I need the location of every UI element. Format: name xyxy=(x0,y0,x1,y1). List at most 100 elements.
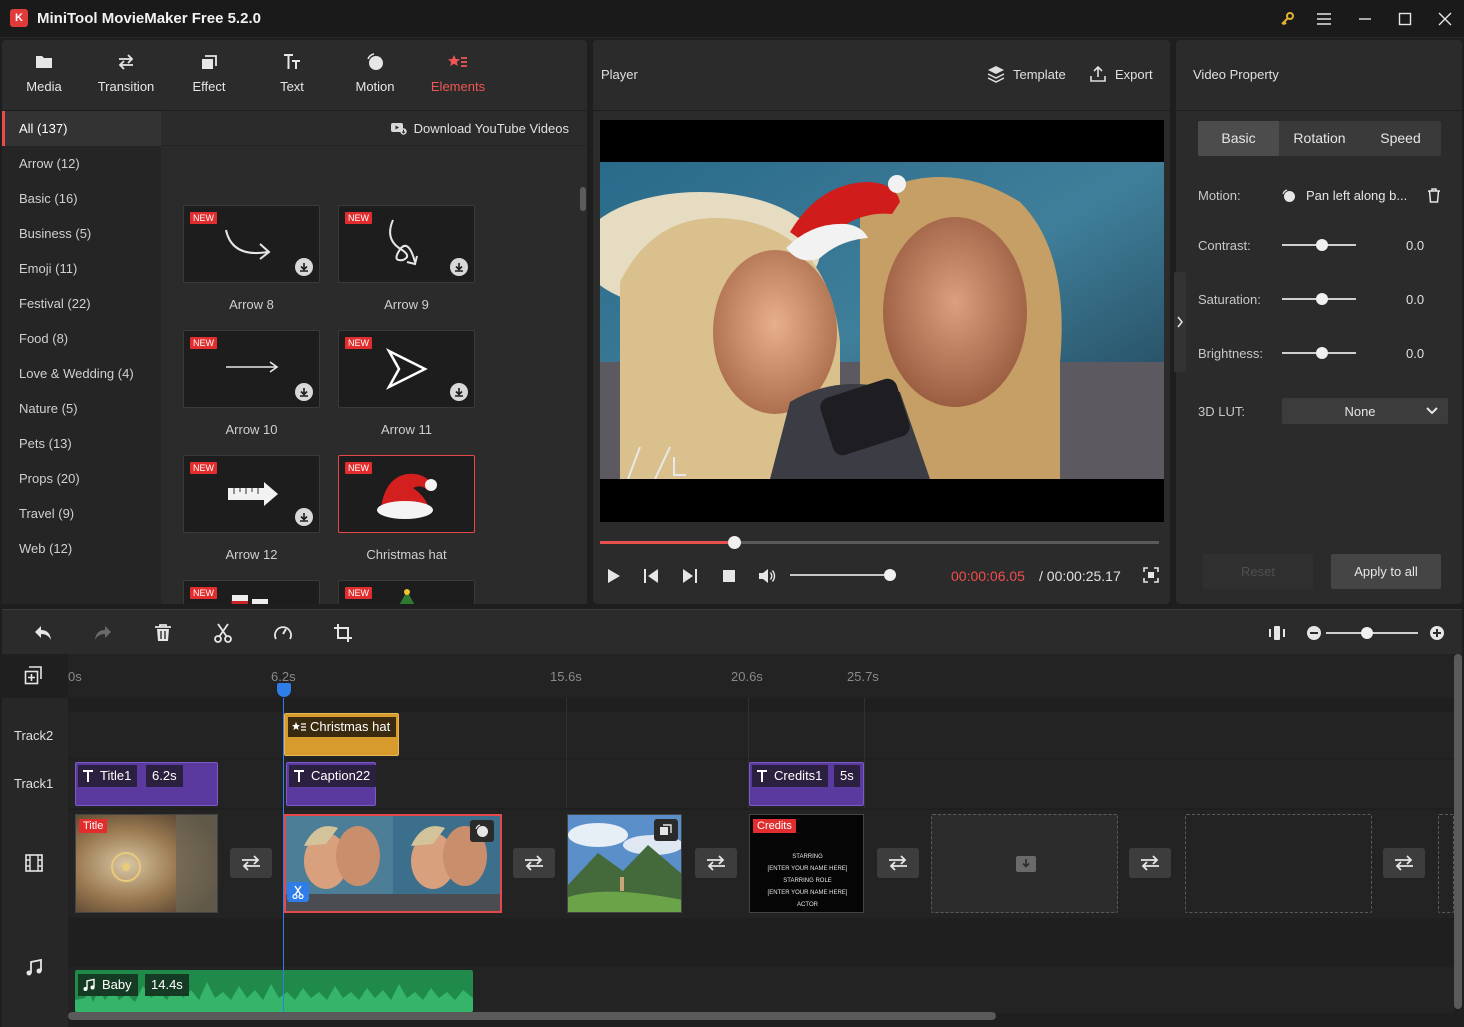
toolbar-media[interactable]: Media xyxy=(2,40,86,110)
category-food[interactable]: Food (8) xyxy=(2,321,161,356)
transition-slot-button[interactable] xyxy=(513,848,555,878)
zoom-out-icon[interactable] xyxy=(1303,622,1325,644)
tab-rotation[interactable]: Rotation xyxy=(1279,121,1360,156)
maximize-icon[interactable] xyxy=(1391,6,1419,32)
element-thumb-arrow-11[interactable]: NEW xyxy=(338,330,475,408)
key-icon[interactable] xyxy=(1273,6,1301,32)
timeline-horizontal-scrollbar[interactable] xyxy=(68,1012,996,1020)
category-props[interactable]: Props (20) xyxy=(2,461,161,496)
category-business[interactable]: Business (5) xyxy=(2,216,161,251)
template-button[interactable]: Template xyxy=(987,65,1066,83)
minimize-icon[interactable] xyxy=(1351,6,1379,32)
toolbar-motion[interactable]: Motion xyxy=(333,40,417,110)
apply-to-all-button[interactable]: Apply to all xyxy=(1331,554,1441,589)
download-icon[interactable] xyxy=(450,258,468,276)
volume-handle[interactable] xyxy=(884,569,896,581)
transition-slot-button[interactable] xyxy=(230,848,272,878)
element-thumb-arrow-9[interactable]: NEW xyxy=(338,205,475,283)
seek-handle[interactable] xyxy=(728,536,741,549)
element-clip[interactable]: Christmas hat xyxy=(284,713,399,756)
category-web[interactable]: Web (12) xyxy=(2,531,161,566)
time-ruler[interactable]: 0s 6.2s 15.6s 20.6s 25.7s xyxy=(68,654,1454,698)
category-emoji[interactable]: Emoji (11) xyxy=(2,251,161,286)
toolbar-effect[interactable]: Effect xyxy=(167,40,251,110)
crop-icon[interactable] xyxy=(332,622,354,644)
play-icon[interactable] xyxy=(603,566,623,586)
timeline-vertical-scrollbar[interactable] xyxy=(1454,654,1462,1009)
previous-frame-icon[interactable] xyxy=(641,566,661,586)
delete-icon[interactable] xyxy=(152,622,174,644)
category-love-wedding[interactable]: Love & Wedding (4) xyxy=(2,356,161,391)
motion-value[interactable]: Pan left along b... xyxy=(1306,188,1416,203)
element-thumb-arrow-10[interactable]: NEW xyxy=(183,330,320,408)
empty-clip-slot[interactable] xyxy=(931,814,1118,913)
download-icon[interactable] xyxy=(295,383,313,401)
download-youtube-link[interactable]: Download YouTube Videos xyxy=(414,121,569,136)
video-clip-credits[interactable]: Credits STARRING [ENTER YOUR NAME HERE] … xyxy=(749,814,864,913)
tab-basic[interactable]: Basic xyxy=(1198,121,1279,156)
download-icon[interactable] xyxy=(295,508,313,526)
element-thumb-christmas-stocking[interactable]: NEW xyxy=(183,580,320,604)
empty-clip-slot[interactable] xyxy=(1438,814,1454,913)
element-thumb-christmas-hat[interactable]: NEW xyxy=(338,455,475,533)
transition-slot-button[interactable] xyxy=(1383,848,1425,878)
volume-icon[interactable] xyxy=(757,566,777,586)
category-arrow[interactable]: Arrow (12) xyxy=(2,146,161,181)
panel-collapse-handle[interactable] xyxy=(1174,272,1186,372)
speed-gauge-icon[interactable] xyxy=(272,622,294,644)
element-thumb-arrow-12[interactable]: NEW xyxy=(183,455,320,533)
toolbar-elements[interactable]: Elements xyxy=(416,40,500,110)
video-clip-title[interactable]: Title xyxy=(75,814,218,913)
text-clip-caption22[interactable]: Caption22 xyxy=(286,762,377,806)
menu-icon[interactable] xyxy=(1310,6,1338,32)
zoom-in-icon[interactable] xyxy=(1426,622,1448,644)
category-all[interactable]: All (137) xyxy=(2,111,161,146)
track2-lane[interactable] xyxy=(68,712,1454,758)
video-clip-landscape[interactable] xyxy=(567,814,682,913)
category-travel[interactable]: Travel (9) xyxy=(2,496,161,531)
split-scissors-icon[interactable] xyxy=(212,622,234,644)
fullscreen-icon[interactable] xyxy=(1142,566,1162,586)
playhead[interactable] xyxy=(283,698,284,1016)
category-pets[interactable]: Pets (13) xyxy=(2,426,161,461)
text-clip-credits1[interactable]: Credits1 5s xyxy=(749,762,864,806)
trash-icon[interactable] xyxy=(1427,188,1441,203)
close-icon[interactable] xyxy=(1431,6,1459,32)
toolbar-text[interactable]: Text xyxy=(250,40,334,110)
reset-button[interactable]: Reset xyxy=(1203,554,1313,589)
download-icon[interactable] xyxy=(295,258,313,276)
add-track-icon[interactable] xyxy=(24,666,44,686)
stop-icon[interactable] xyxy=(719,566,739,586)
download-icon[interactable] xyxy=(450,383,468,401)
redo-icon[interactable] xyxy=(92,622,114,644)
text-clip-title1[interactable]: Title1 6.2s xyxy=(75,762,218,806)
brightness-handle[interactable] xyxy=(1316,347,1328,359)
category-basic[interactable]: Basic (16) xyxy=(2,181,161,216)
grid-scrollbar[interactable] xyxy=(580,187,586,211)
zoom-handle[interactable] xyxy=(1361,627,1373,639)
video-preview[interactable] xyxy=(600,120,1164,522)
element-thumb-arrow-8[interactable]: NEW xyxy=(183,205,320,283)
saturation-handle[interactable] xyxy=(1316,293,1328,305)
next-frame-icon[interactable] xyxy=(680,566,700,586)
undo-icon[interactable] xyxy=(32,622,54,644)
zoom-fit-icon[interactable] xyxy=(1266,622,1288,644)
elements-grid: Download YouTube Videos NEW Arrow 8 NEW … xyxy=(161,111,587,604)
transition-slot-button[interactable] xyxy=(1129,848,1171,878)
transition-slot-button[interactable] xyxy=(695,848,737,878)
export-button[interactable]: Export xyxy=(1089,65,1153,83)
tab-speed[interactable]: Speed xyxy=(1360,121,1441,156)
contrast-handle[interactable] xyxy=(1316,239,1328,251)
video-clip-selected[interactable] xyxy=(284,814,502,913)
toolbar-transition[interactable]: Transition xyxy=(84,40,168,110)
playhead-handle[interactable] xyxy=(277,683,291,697)
transition-slot-button[interactable] xyxy=(877,848,919,878)
split-marker-icon[interactable] xyxy=(287,882,309,902)
volume-slider[interactable] xyxy=(790,574,894,576)
element-thumb-christmas-tree[interactable]: NEW xyxy=(338,580,475,604)
category-festival[interactable]: Festival (22) xyxy=(2,286,161,321)
empty-clip-slot[interactable] xyxy=(1185,814,1372,913)
lut-dropdown[interactable]: None xyxy=(1282,398,1448,424)
audio-clip[interactable]: Baby 14.4s xyxy=(75,970,473,1012)
category-nature[interactable]: Nature (5) xyxy=(2,391,161,426)
